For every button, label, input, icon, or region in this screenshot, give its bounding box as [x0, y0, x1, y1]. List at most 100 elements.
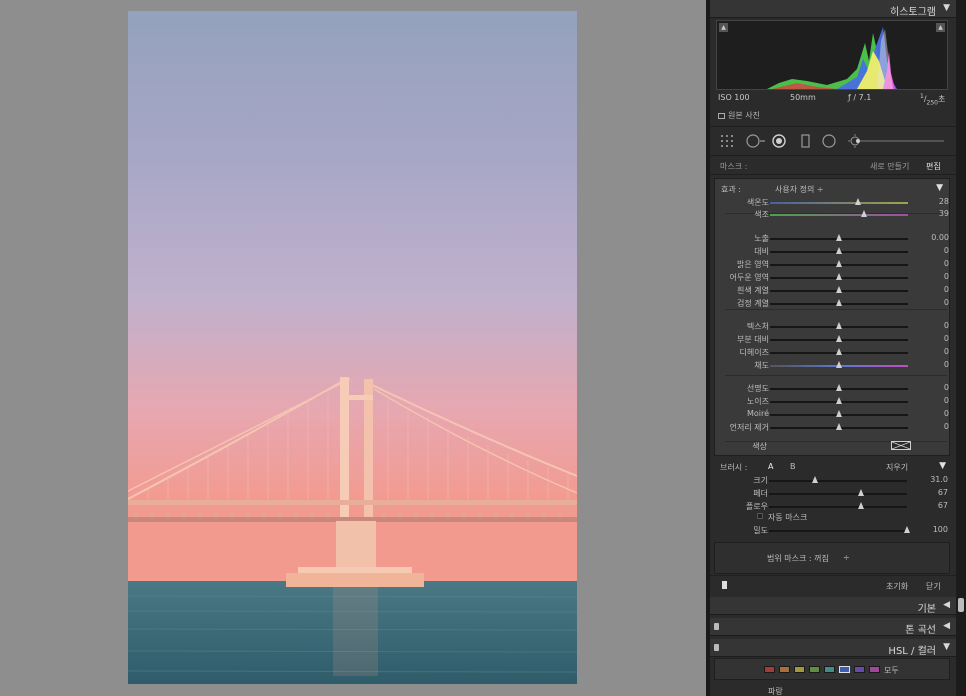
slider-track[interactable]	[770, 202, 908, 204]
slider-track[interactable]	[769, 493, 907, 495]
histogram-graph[interactable]: ▲ ▲	[716, 20, 948, 90]
effect-slider-row[interactable]: 어두운 영역 0	[715, 271, 951, 283]
effect-collapse-triangle-icon[interactable]: ▼	[936, 183, 943, 193]
reset-button[interactable]: 초기화	[886, 581, 908, 592]
adjustment-brush-slider[interactable]	[848, 134, 946, 148]
slider-value[interactable]: 0	[944, 298, 949, 307]
slider-knob[interactable]	[836, 286, 842, 293]
slider-knob[interactable]	[860, 210, 867, 217]
slider-value[interactable]: 31.0	[930, 475, 948, 484]
effect-slider-row[interactable]: 채도 0	[715, 359, 951, 371]
effect-slider-row[interactable]: 선명도 0	[715, 382, 951, 394]
shadow-clipping-icon[interactable]: ▲	[719, 23, 728, 32]
slider-knob[interactable]	[836, 397, 842, 404]
hsl-header[interactable]: HSL / 컬러 ▼	[710, 639, 956, 657]
hsl-all-button[interactable]: 모두	[884, 665, 899, 676]
basic-panel-header[interactable]: 기본 ◀	[710, 597, 956, 615]
slider-value[interactable]: 0	[944, 272, 949, 281]
slider-track[interactable]	[769, 530, 907, 532]
effect-slider-row[interactable]: 디헤이즈 0	[715, 346, 951, 358]
brush-collapse-triangle-icon[interactable]: ▼	[939, 461, 946, 471]
slider-knob[interactable]	[836, 423, 842, 430]
slider-knob[interactable]	[836, 299, 842, 306]
red-eye-icon[interactable]	[772, 134, 788, 148]
expand-triangle-icon[interactable]: ◀	[943, 621, 950, 631]
collapse-triangle-icon[interactable]: ▼	[943, 642, 950, 652]
slider-knob[interactable]	[836, 348, 842, 355]
effect-slider-row[interactable]: 텍스처 0	[715, 320, 951, 332]
slider-knob[interactable]	[858, 502, 865, 509]
footer-toggle-switch[interactable]	[722, 581, 727, 589]
hsl-color-swatch[interactable]	[869, 666, 880, 673]
slider-knob[interactable]	[811, 476, 818, 483]
brush-slider-row[interactable]: 페더 67	[714, 487, 950, 499]
slider-knob[interactable]	[836, 361, 842, 368]
hsl-color-swatch[interactable]	[809, 666, 820, 673]
slider-knob[interactable]	[855, 198, 862, 205]
slider-value[interactable]: 67	[938, 488, 948, 497]
hsl-color-swatch[interactable]	[764, 666, 775, 673]
brush-erase-button[interactable]: 지우기	[886, 462, 908, 473]
photo-preview[interactable]	[128, 11, 577, 684]
slider-value[interactable]: 0.00	[931, 233, 949, 242]
effect-slider-row[interactable]: 흰색 계열 0	[715, 284, 951, 296]
slider-value[interactable]: 0	[944, 409, 949, 418]
slider-knob[interactable]	[836, 234, 842, 241]
brush-b-button[interactable]: B	[790, 462, 796, 471]
panel-toggle-switch[interactable]	[714, 623, 719, 630]
slider-value[interactable]: 67	[938, 501, 948, 510]
slider-knob[interactable]	[836, 335, 842, 342]
effect-slider-row[interactable]: 검정 계열 0	[715, 297, 951, 309]
effect-slider-row[interactable]: 언저리 제거 0	[715, 421, 951, 433]
slider-track[interactable]	[769, 480, 907, 482]
effect-slider-row[interactable]: Moiré 0	[715, 408, 951, 420]
radial-filter-icon[interactable]	[822, 134, 838, 148]
slider-value[interactable]: 0	[944, 422, 949, 431]
density-value[interactable]: 100	[933, 525, 948, 534]
slider-knob[interactable]	[836, 410, 842, 417]
density-slider[interactable]: 밀도 100	[714, 524, 950, 536]
spot-removal-icon[interactable]	[746, 134, 766, 148]
slider-knob[interactable]	[836, 322, 842, 329]
slider-value[interactable]: 39	[939, 209, 949, 218]
effect-slider-row[interactable]: 노이즈 0	[715, 395, 951, 407]
range-mask-arrow[interactable]: ÷	[843, 553, 850, 562]
slider-value[interactable]: 0	[944, 347, 949, 356]
effect-preset-select[interactable]: 사용자 정의 ÷	[775, 184, 824, 195]
panel-scrollbar[interactable]	[956, 0, 966, 696]
highlight-clipping-icon[interactable]: ▲	[936, 23, 945, 32]
slider-knob[interactable]	[858, 489, 865, 496]
crop-grid-icon[interactable]	[720, 134, 736, 148]
hsl-color-swatch[interactable]	[839, 666, 850, 673]
range-mask-select[interactable]: 범위 마스크 : 꺼짐	[767, 553, 829, 564]
original-photo-checkbox[interactable]	[718, 112, 725, 119]
slider-value[interactable]: 0	[944, 360, 949, 369]
graduated-filter-icon[interactable]	[800, 134, 812, 148]
panel-toggle-switch[interactable]	[714, 644, 719, 651]
slider-value[interactable]: 0	[944, 259, 949, 268]
expand-triangle-icon[interactable]: ◀	[943, 600, 950, 610]
slider-value[interactable]: 0	[944, 321, 949, 330]
hsl-color-swatch[interactable]	[854, 666, 865, 673]
brush-a-button[interactable]: A	[768, 462, 773, 471]
effect-slider-row[interactable]: 밝은 영역 0	[715, 258, 951, 270]
color-swatch-icon[interactable]	[891, 441, 911, 450]
auto-mask-checkbox[interactable]	[757, 513, 763, 519]
hsl-color-swatch[interactable]	[824, 666, 835, 673]
slider-knob[interactable]	[904, 526, 910, 533]
slider-knob[interactable]	[836, 273, 842, 280]
mask-new-button[interactable]: 새로 만들기	[870, 161, 909, 172]
slider-knob[interactable]	[836, 384, 842, 391]
slider-value[interactable]: 0	[944, 383, 949, 392]
image-canvas[interactable]	[0, 0, 706, 696]
scrollbar-thumb[interactable]	[958, 598, 964, 612]
effect-slider-row[interactable]: 부분 대비 0	[715, 333, 951, 345]
collapse-triangle-icon[interactable]: ▼	[943, 3, 950, 13]
slider-value[interactable]: 0	[944, 246, 949, 255]
slider-knob[interactable]	[836, 247, 842, 254]
effect-slider-row[interactable]: 대비 0	[715, 245, 951, 257]
slider-value[interactable]: 0	[944, 334, 949, 343]
tone-curve-header[interactable]: 톤 곡선 ◀	[710, 618, 956, 636]
mask-edit-button[interactable]: 편집	[926, 161, 941, 172]
slider-value[interactable]: 28	[939, 197, 949, 206]
